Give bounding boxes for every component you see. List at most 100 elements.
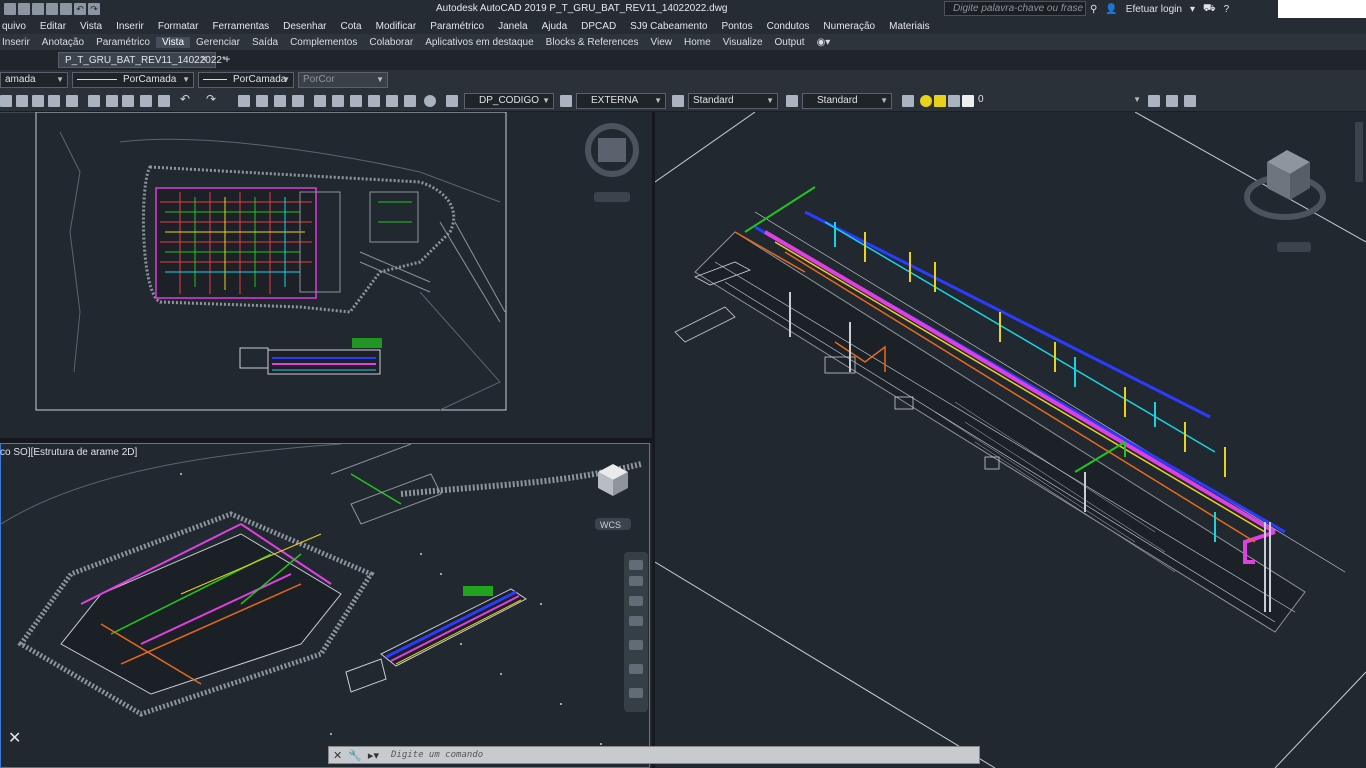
steering-wheel-icon[interactable] bbox=[629, 560, 643, 570]
chevron-down-icon[interactable]: ▾ bbox=[1190, 4, 1195, 15]
help-icon[interactable]: ? bbox=[1224, 4, 1230, 15]
tab-anotacao[interactable]: Anotação bbox=[36, 37, 90, 48]
wrench-icon[interactable]: 🔧 bbox=[348, 749, 362, 762]
dim-style-dropdown[interactable]: EXTERNA ▼ bbox=[576, 93, 666, 109]
paste-icon[interactable] bbox=[122, 95, 134, 107]
tab-blocks[interactable]: Blocks & References bbox=[540, 37, 645, 48]
menu-item[interactable]: Formatar bbox=[151, 21, 206, 32]
showmotion-icon[interactable] bbox=[629, 640, 643, 650]
tab-vista[interactable]: Vista bbox=[155, 36, 191, 48]
navigation-bar-icon[interactable] bbox=[624, 552, 648, 712]
pan-icon[interactable] bbox=[238, 95, 250, 107]
undo-icon[interactable]: ↶ bbox=[180, 92, 192, 106]
menu-item[interactable]: Modificar bbox=[369, 21, 424, 32]
tab-complementos[interactable]: Complementos bbox=[284, 37, 363, 48]
layer-dropdown[interactable]: amada ▼ bbox=[0, 72, 68, 88]
table-style-dropdown[interactable]: Standard ▼ bbox=[688, 93, 778, 109]
close-icon[interactable]: ✕ bbox=[333, 749, 342, 762]
layer-color-icon[interactable] bbox=[962, 95, 974, 107]
search-icon[interactable]: ⚲ bbox=[1090, 4, 1097, 15]
sheet-set-icon[interactable] bbox=[368, 95, 380, 107]
menu-item[interactable]: DPCAD bbox=[574, 21, 623, 32]
tab-colaborar[interactable]: Colaborar bbox=[363, 37, 419, 48]
wcs-menu[interactable] bbox=[594, 192, 630, 202]
menu-item[interactable]: Ferramentas bbox=[205, 21, 276, 32]
tab-gerenciar[interactable]: Gerenciar bbox=[190, 37, 246, 48]
viewport-bottom-left[interactable]: WCS bbox=[0, 443, 650, 768]
tab-home[interactable]: Home bbox=[678, 37, 717, 48]
viewport-top-left[interactable] bbox=[0, 112, 652, 438]
tab-parametrico[interactable]: Paramétrico bbox=[90, 37, 156, 48]
menu-item[interactable]: quivo bbox=[0, 21, 33, 32]
menu-item[interactable]: Vista bbox=[73, 21, 109, 32]
wcs-menu[interactable] bbox=[1277, 242, 1311, 252]
publish-icon[interactable] bbox=[66, 95, 78, 107]
tab-aplicativos[interactable]: Aplicativos em destaque bbox=[419, 37, 539, 48]
print-icon[interactable] bbox=[16, 95, 28, 107]
view-cube-icon[interactable] bbox=[598, 138, 626, 162]
text-style-dropdown[interactable]: DP_CODIGO ▼ bbox=[464, 93, 554, 109]
save-as-icon[interactable] bbox=[46, 3, 58, 15]
block-icon[interactable] bbox=[158, 95, 170, 107]
layer-current-dropdown[interactable]: 0 ▼ bbox=[974, 93, 1144, 109]
viewport-controls-label[interactable]: co SO][Estrutura de arame 2D] bbox=[0, 447, 137, 458]
tab-saida[interactable]: Saída bbox=[246, 37, 284, 48]
menu-item[interactable]: Inserir bbox=[109, 21, 151, 32]
zoom-previous-icon[interactable] bbox=[292, 95, 304, 107]
save-icon[interactable] bbox=[0, 95, 12, 107]
menu-item[interactable]: Janela bbox=[491, 21, 534, 32]
menu-item[interactable]: Condutos bbox=[760, 21, 817, 32]
cart-icon[interactable]: ⛟ bbox=[1203, 3, 1216, 16]
design-center-icon[interactable] bbox=[332, 95, 344, 107]
login-label[interactable]: Efetuar login bbox=[1126, 4, 1182, 15]
menu-item[interactable]: SJ9 Cabeamento bbox=[623, 21, 714, 32]
user-icon[interactable]: 👤 bbox=[1105, 4, 1117, 15]
markup-icon[interactable] bbox=[386, 95, 398, 107]
cut-icon[interactable] bbox=[88, 95, 100, 107]
tab-view[interactable]: View bbox=[645, 37, 679, 48]
tab-output[interactable]: Output bbox=[769, 37, 811, 48]
pan-icon[interactable] bbox=[629, 576, 643, 586]
menu-item[interactable]: Editar bbox=[33, 21, 73, 32]
close-icon[interactable]: ✕ bbox=[200, 54, 208, 65]
print-icon[interactable] bbox=[60, 3, 72, 15]
menu-item[interactable]: Pontos bbox=[714, 21, 759, 32]
tab-visualize[interactable]: Visualize bbox=[717, 37, 769, 48]
match-properties-icon[interactable] bbox=[140, 95, 152, 107]
color-dropdown[interactable]: PorCor ▼ bbox=[298, 72, 388, 88]
nav-settings-icon[interactable] bbox=[629, 688, 643, 698]
calculator-icon[interactable] bbox=[404, 95, 416, 107]
save-icon[interactable] bbox=[32, 3, 44, 15]
help-icon[interactable] bbox=[424, 95, 436, 107]
preview-icon[interactable] bbox=[48, 95, 60, 107]
zoom-window-icon[interactable] bbox=[274, 95, 286, 107]
viewport-right[interactable] bbox=[655, 112, 1366, 768]
layer-properties-icon[interactable] bbox=[902, 95, 914, 107]
zoom-extents-icon[interactable] bbox=[629, 664, 643, 674]
command-input[interactable]: Digite um comando bbox=[391, 748, 971, 762]
linetype-dropdown[interactable]: PorCamada ▼ bbox=[72, 72, 194, 88]
redo-icon[interactable]: ↷ bbox=[206, 92, 218, 106]
tool-palettes-icon[interactable] bbox=[350, 95, 362, 107]
nav-scroll[interactable] bbox=[1355, 122, 1363, 182]
text-style-icon[interactable] bbox=[446, 95, 458, 107]
mleader-style-dropdown[interactable]: Standard ▼ bbox=[802, 93, 892, 109]
command-prompt-icon[interactable]: ▸▾ bbox=[368, 749, 379, 762]
plot-icon[interactable] bbox=[32, 95, 44, 107]
layer-states-icon[interactable] bbox=[1184, 95, 1196, 107]
freeze-icon[interactable] bbox=[934, 95, 946, 107]
lineweight-dropdown[interactable]: PorCamada ▼ bbox=[198, 72, 294, 88]
menu-item[interactable]: Desenhar bbox=[276, 21, 333, 32]
menu-item[interactable]: Ajuda bbox=[535, 21, 575, 32]
redo-icon[interactable]: ↷ bbox=[88, 3, 100, 15]
document-tab[interactable]: P_T_GRU_BAT_REV11_14022022* bbox=[58, 52, 226, 68]
zoom-realtime-icon[interactable] bbox=[256, 95, 268, 107]
properties-icon[interactable] bbox=[314, 95, 326, 107]
menu-item[interactable]: Materiais bbox=[882, 21, 937, 32]
make-current-icon[interactable] bbox=[1148, 95, 1160, 107]
orbit-icon[interactable] bbox=[629, 616, 643, 626]
eye-icon[interactable]: ◉▾ bbox=[811, 37, 837, 48]
table-style-icon[interactable] bbox=[672, 95, 684, 107]
copy-icon[interactable] bbox=[106, 95, 118, 107]
layer-on-icon[interactable] bbox=[920, 95, 932, 107]
